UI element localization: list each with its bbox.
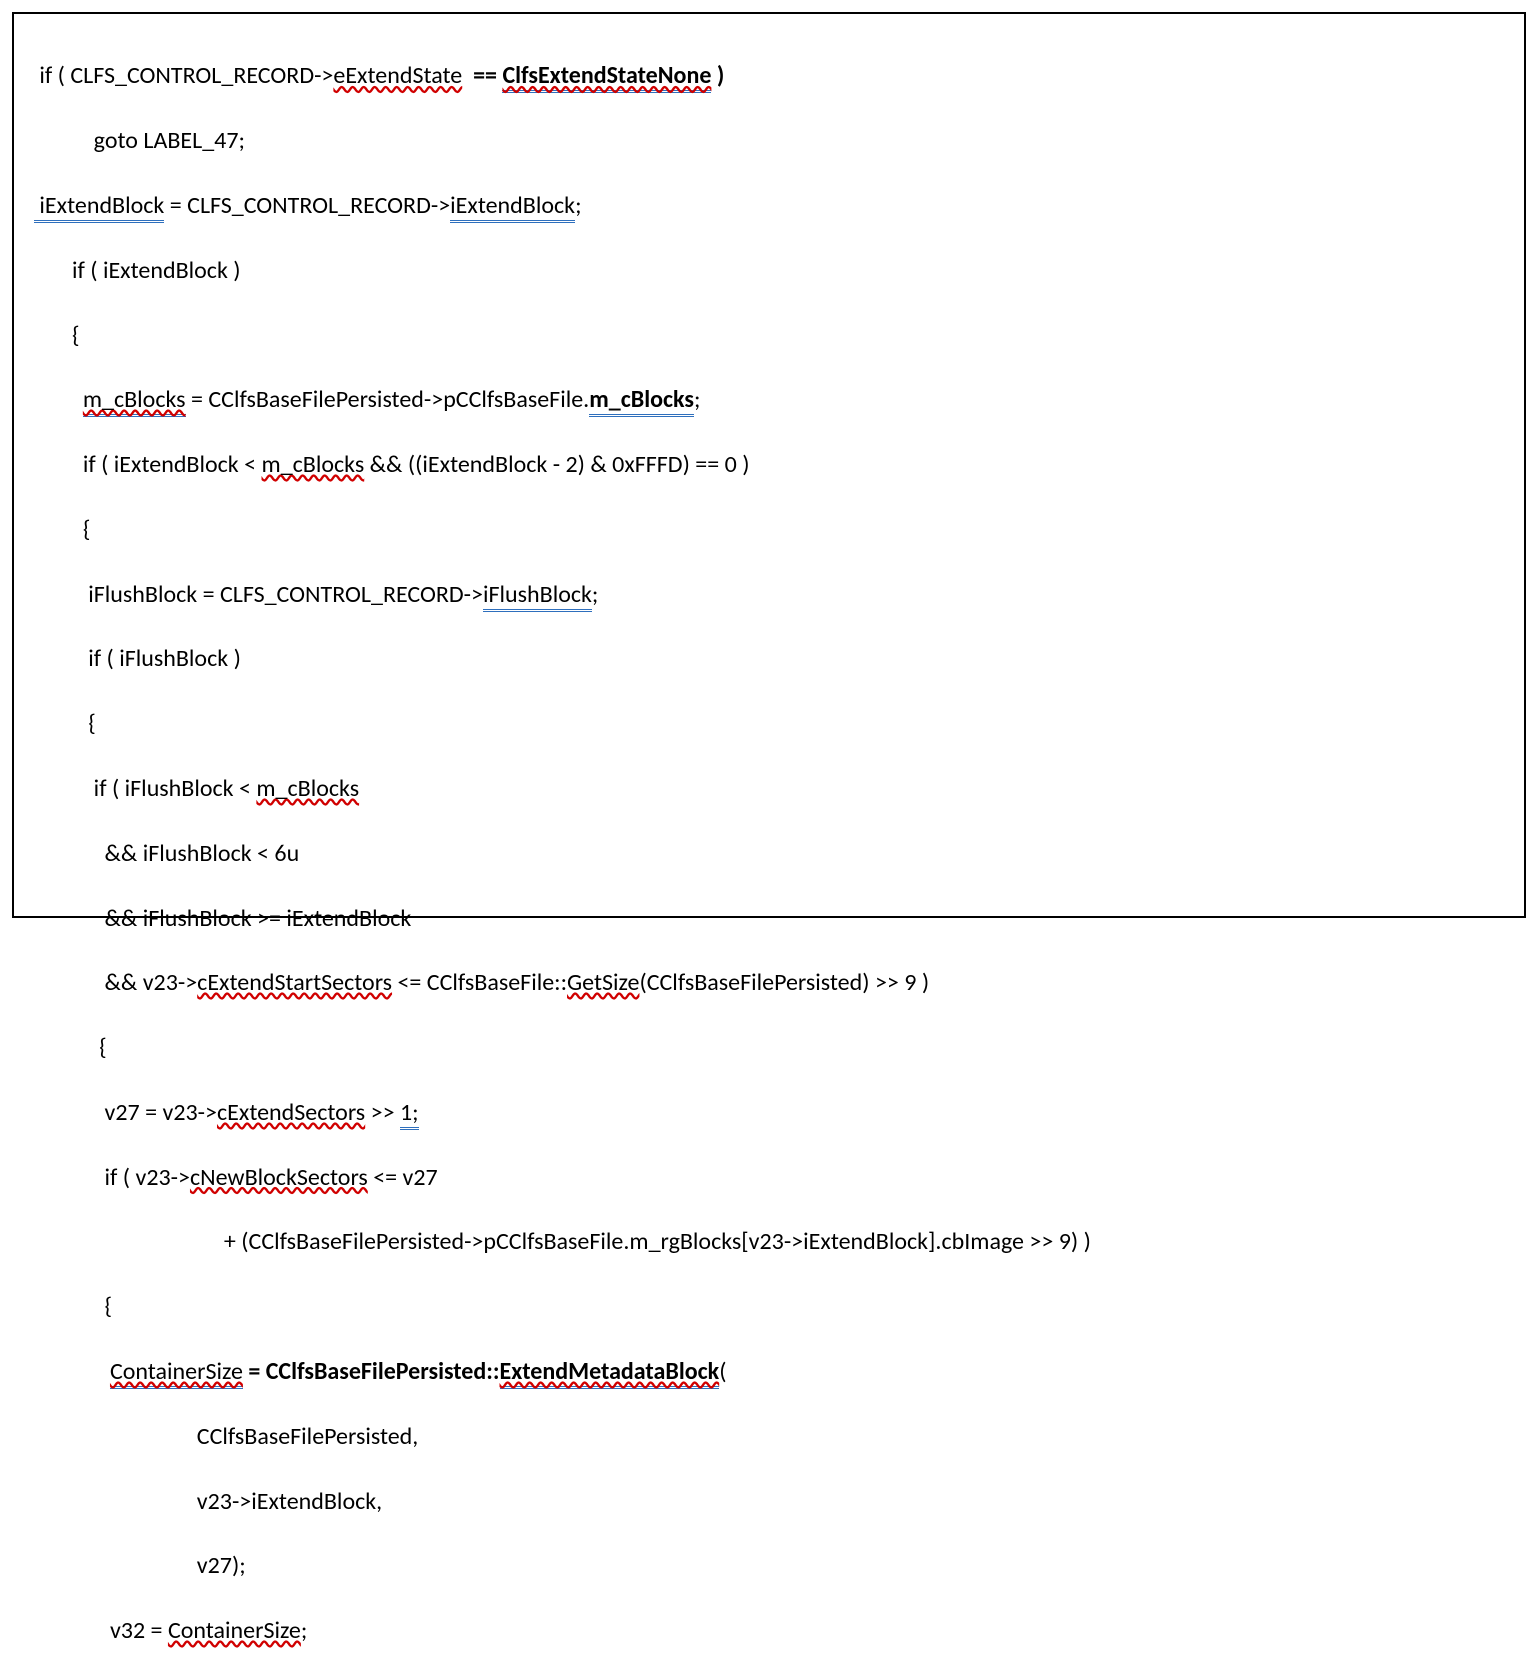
code-line: {: [34, 1032, 1504, 1064]
code-block: if ( CLFS_CONTROL_RECORD->eExtendState =…: [34, 28, 1504, 1680]
spellcheck-token: m_cBlocks: [83, 385, 186, 417]
code-line: v32 = ContainerSize;: [34, 1615, 1504, 1647]
spellcheck-token: GetSize: [567, 968, 639, 997]
spellcheck-token: ClfsExtendStateNone: [502, 61, 711, 93]
code-line: + (CClfsBaseFilePersisted->pCClfsBaseFil…: [34, 1226, 1504, 1258]
code-line: v27 = v23->cExtendSectors >> 1;: [34, 1097, 1504, 1129]
code-line: if ( iExtendBlock ): [34, 255, 1504, 287]
grammar-token: iFlushBlock: [483, 580, 592, 612]
spellcheck-token: cNewBlockSectors: [190, 1163, 368, 1192]
spellcheck-token: ExtendMetadataBlock: [500, 1357, 720, 1389]
spellcheck-token: ContainerSize: [110, 1357, 243, 1389]
t: = CLFS_CONTROL_RECORD->: [164, 191, 450, 220]
t: >>: [365, 1098, 400, 1127]
t: && v23->: [34, 968, 197, 997]
t: ;: [575, 191, 581, 220]
grammar-token: iExtendBlock: [34, 191, 164, 223]
t: v27 = v23->: [34, 1098, 217, 1127]
t: = CClfsBaseFilePersisted::: [243, 1357, 500, 1386]
t: ): [711, 61, 724, 90]
t: if ( iFlushBlock <: [34, 774, 256, 803]
code-line: v27);: [34, 1550, 1504, 1582]
spellcheck-token: m_cBlocks: [256, 774, 359, 803]
t: [462, 61, 473, 90]
code-line: if ( CLFS_CONTROL_RECORD->eExtendState =…: [34, 60, 1504, 92]
code-line: && iFlushBlock < 6u: [34, 838, 1504, 870]
spellcheck-token: cExtendSectors: [217, 1098, 365, 1127]
spellcheck-token: m_cBlocks: [262, 450, 365, 479]
code-line: if ( iFlushBlock ): [34, 643, 1504, 675]
spellcheck-token: cExtendStartSectors: [197, 968, 392, 997]
grammar-token: 1;: [400, 1098, 419, 1130]
t: if ( CLFS_CONTROL_RECORD->: [34, 61, 333, 90]
code-line: iExtendBlock = CLFS_CONTROL_RECORD->iExt…: [34, 190, 1504, 222]
t: && ((iExtendBlock - 2) & 0xFFFD) == 0 ): [364, 450, 749, 479]
t: ==: [473, 61, 502, 90]
code-line: if ( iExtendBlock < m_cBlocks && ((iExte…: [34, 449, 1504, 481]
spellcheck-token: ContainerSize: [168, 1616, 301, 1645]
code-line: && v23->cExtendStartSectors <= CClfsBase…: [34, 967, 1504, 999]
t: = CClfsBaseFilePersisted->pCClfsBaseFile…: [186, 385, 590, 414]
code-line: && iFlushBlock >= iExtendBlock: [34, 903, 1504, 935]
code-line: {: [34, 708, 1504, 740]
t: <= CClfsBaseFile::: [392, 968, 567, 997]
t: [34, 1357, 110, 1386]
t: (CClfsBaseFilePersisted) >> 9 ): [639, 968, 929, 997]
grammar-token: m_cBlocks: [589, 385, 694, 417]
code-line: CClfsBaseFilePersisted,: [34, 1421, 1504, 1453]
t: v32 =: [34, 1616, 168, 1645]
code-line: iFlushBlock = CLFS_CONTROL_RECORD->iFlus…: [34, 579, 1504, 611]
code-line: {: [34, 1291, 1504, 1323]
code-line: {: [34, 514, 1504, 546]
code-line: goto LABEL_47;: [34, 125, 1504, 157]
t: if ( v23->: [34, 1163, 190, 1192]
grammar-token: iExtendBlock: [450, 191, 575, 223]
t: (: [719, 1357, 726, 1386]
code-frame: if ( CLFS_CONTROL_RECORD->eExtendState =…: [12, 12, 1526, 918]
t: [34, 385, 83, 414]
code-line: {: [34, 320, 1504, 352]
code-line: v23->iExtendBlock,: [34, 1486, 1504, 1518]
code-line: if ( v23->cNewBlockSectors <= v27: [34, 1162, 1504, 1194]
code-line: m_cBlocks = CClfsBaseFilePersisted->pCCl…: [34, 384, 1504, 416]
t: <= v27: [368, 1163, 438, 1192]
code-line: ContainerSize = CClfsBaseFilePersisted::…: [34, 1356, 1504, 1388]
t: ;: [694, 385, 700, 414]
t: if ( iExtendBlock <: [34, 450, 262, 479]
t: iFlushBlock = CLFS_CONTROL_RECORD->: [34, 580, 483, 609]
code-line: if ( iFlushBlock < m_cBlocks: [34, 773, 1504, 805]
t: ;: [301, 1616, 307, 1645]
spellcheck-token: eExtendState: [333, 61, 462, 90]
t: ;: [592, 580, 598, 609]
